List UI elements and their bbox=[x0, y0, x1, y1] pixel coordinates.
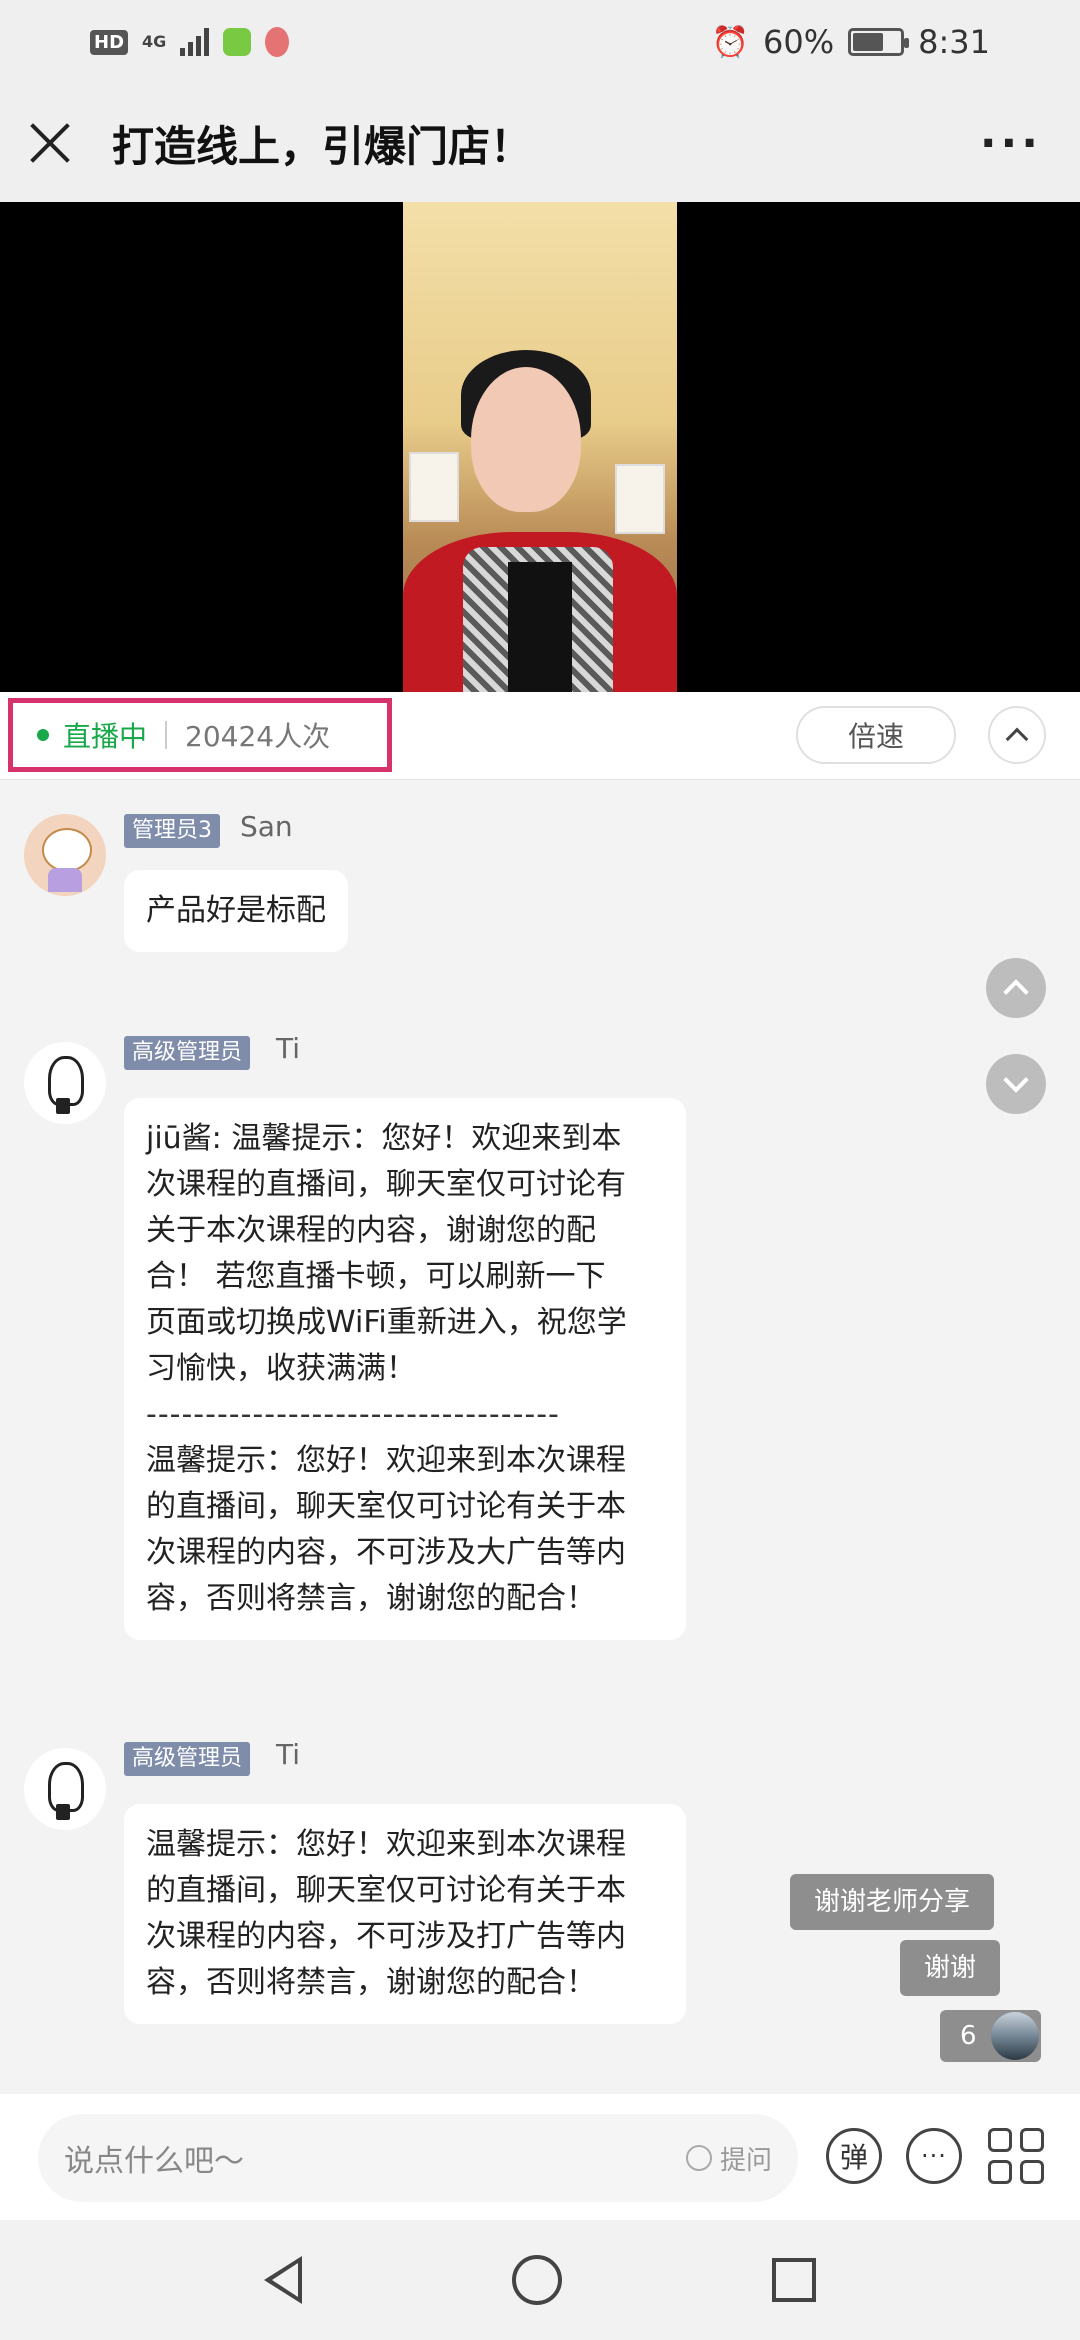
radio-circle-icon bbox=[685, 2145, 712, 2171]
username: San bbox=[240, 810, 293, 843]
scroll-down-button[interactable] bbox=[986, 1054, 1046, 1114]
message-text: 的直播间，聊天室仅可讨论有关于本 bbox=[146, 1489, 626, 1524]
title-bar: 打造线上，引爆门店！ ··· bbox=[0, 84, 1080, 202]
battery-percent: 60% bbox=[763, 23, 835, 61]
comment-input[interactable]: 说点什么吧～ 提问 bbox=[38, 2114, 798, 2202]
message-bubble: 产品好是标配 bbox=[124, 870, 348, 952]
avatar[interactable] bbox=[24, 814, 106, 896]
live-dot-icon bbox=[37, 729, 49, 741]
viewer-count: 20424人次 bbox=[185, 720, 331, 753]
signal-icon bbox=[180, 28, 210, 56]
message-text: 容，否则将禁言，谢谢您的配合！ bbox=[146, 1581, 596, 1616]
hd-indicator: HD bbox=[90, 29, 129, 55]
presenter-face bbox=[471, 367, 581, 512]
avatar[interactable] bbox=[24, 1042, 106, 1124]
apps-grid-icon[interactable] bbox=[988, 2128, 1044, 2184]
message-text: 温馨提示：您好！欢迎来到本次课程 bbox=[146, 1827, 626, 1862]
username: Ti bbox=[276, 1738, 301, 1771]
divider bbox=[165, 721, 168, 749]
background-photo bbox=[409, 452, 459, 522]
chevron-up-icon bbox=[1005, 727, 1029, 751]
status-bar: HD 4G ⏰ 60% 8:31 bbox=[0, 0, 1080, 84]
ask-question-toggle[interactable]: 提问 bbox=[685, 2140, 772, 2177]
system-nav-bar bbox=[0, 2220, 1080, 2340]
message-text: 次课程的内容，不可涉及大广告等内 bbox=[146, 1535, 626, 1570]
username: Ti bbox=[276, 1032, 301, 1065]
live-status-label: 直播中 bbox=[63, 720, 148, 753]
message-text: 合！ 若您直播卡顿，可以刷新一下 bbox=[146, 1259, 606, 1294]
input-bar: 说点什么吧～ 提问 弹 ··· bbox=[0, 2094, 1080, 2220]
video-frame bbox=[403, 202, 677, 692]
scroll-up-button[interactable] bbox=[986, 958, 1046, 1018]
status-left: HD 4G bbox=[90, 27, 290, 57]
live-video-player[interactable] bbox=[0, 202, 1080, 692]
location-notification-icon bbox=[265, 27, 290, 57]
recent-apps-icon[interactable] bbox=[772, 2258, 816, 2302]
admin-tag: 高级管理员 bbox=[124, 1036, 251, 1070]
presenter-shirt bbox=[508, 562, 572, 692]
chevron-up-icon bbox=[1003, 979, 1029, 1005]
danmaku-toggle-button[interactable]: 弹 bbox=[826, 2128, 882, 2184]
likes-counter[interactable]: 6 bbox=[940, 2010, 1041, 2062]
admin-tag: 高级管理员 bbox=[124, 1742, 251, 1776]
message-bubble: jiū酱: 温馨提示：您好！欢迎来到本 次课程的直播间，聊天室仅可讨论有 关于本… bbox=[124, 1098, 686, 1640]
clock: 8:31 bbox=[918, 23, 990, 61]
floating-comment: 谢谢 bbox=[900, 1940, 1001, 1996]
battery-icon bbox=[848, 28, 910, 56]
live-status-highlight: 直播中 20424人次 bbox=[8, 698, 392, 772]
status-right: ⏰ 60% 8:31 bbox=[712, 23, 990, 61]
avatar[interactable] bbox=[24, 1748, 106, 1830]
message-text: 产品好是标配 bbox=[146, 893, 326, 928]
chat-list[interactable]: 管理员3 San 产品好是标配 高级管理员 Ti jiū酱: 温馨提示：您好！欢… bbox=[0, 780, 1080, 2094]
message-text: 页面或切换成WiFi重新进入，祝您学 bbox=[146, 1305, 627, 1340]
floating-comment: 谢谢老师分享 bbox=[790, 1874, 995, 1930]
page-title: 打造线上，引爆门店！ bbox=[112, 121, 533, 171]
message-divider: ----------------------------------- bbox=[146, 1397, 560, 1432]
home-icon[interactable] bbox=[512, 2255, 562, 2305]
message-text: 次课程的直播间，聊天室仅可讨论有 bbox=[146, 1167, 626, 1202]
admin-tag: 管理员3 bbox=[124, 814, 220, 848]
collapse-video-button[interactable] bbox=[988, 706, 1046, 764]
message-text: 关于本次课程的内容，谢谢您的配 bbox=[146, 1213, 596, 1248]
more-options-icon[interactable]: ··· bbox=[980, 118, 1052, 169]
network-type: 4G bbox=[142, 32, 167, 51]
message-text: jiū酱: 温馨提示：您好！欢迎来到本 bbox=[146, 1121, 622, 1156]
chat-bubble-icon[interactable]: ··· bbox=[906, 2128, 962, 2184]
live-status-bar: 直播中 20424人次 倍速 bbox=[0, 692, 1080, 780]
app-notification-icon bbox=[223, 28, 252, 56]
alarm-icon: ⏰ bbox=[711, 24, 750, 60]
comment-input-placeholder: 说点什么吧～ bbox=[64, 2144, 244, 2179]
chevron-down-icon bbox=[1003, 1067, 1029, 1093]
message-bubble: 温馨提示：您好！欢迎来到本次课程 的直播间，聊天室仅可讨论有关于本 次课程的内容… bbox=[124, 1804, 686, 2024]
liker-avatar bbox=[990, 2012, 1039, 2060]
close-icon[interactable] bbox=[28, 121, 72, 165]
back-icon[interactable] bbox=[264, 2256, 302, 2304]
playback-speed-button[interactable]: 倍速 bbox=[796, 706, 956, 764]
message-text: 温馨提示：您好！欢迎来到本次课程 bbox=[146, 1443, 626, 1478]
ask-question-label: 提问 bbox=[719, 2145, 772, 2176]
message-text: 习愉快，收获满满！ bbox=[146, 1351, 416, 1386]
background-photo bbox=[615, 464, 665, 534]
message-text: 的直播间，聊天室仅可讨论有关于本 bbox=[146, 1873, 626, 1908]
message-text: 容，否则将禁言，谢谢您的配合！ bbox=[146, 1965, 596, 2000]
likes-count: 6 bbox=[960, 2021, 977, 2051]
message-text: 次课程的内容，不可涉及打广告等内 bbox=[146, 1919, 626, 1954]
